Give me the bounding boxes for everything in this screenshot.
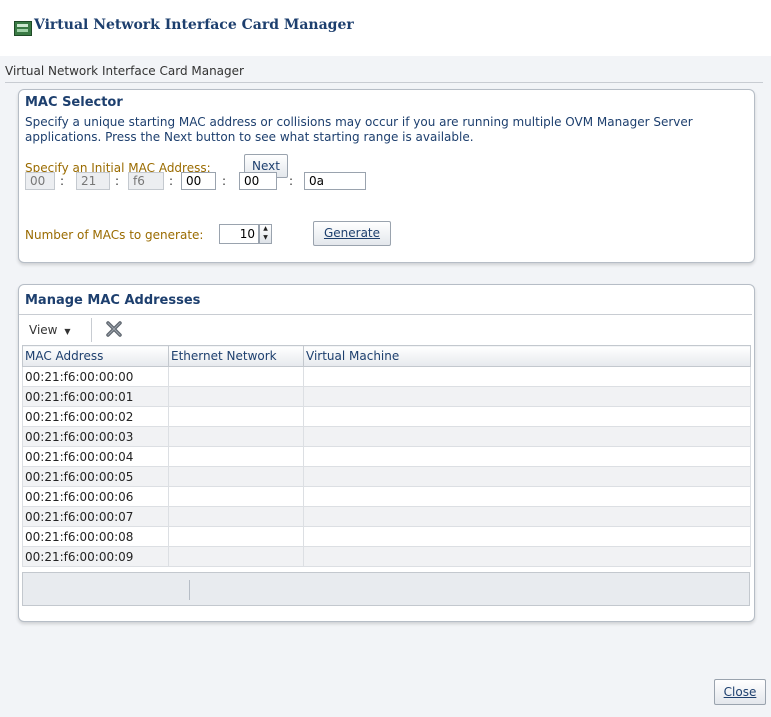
virtual-machine-cell	[303, 386, 751, 407]
ethernet-network-cell	[168, 406, 304, 427]
mac-octet-6-input[interactable]: 0a	[304, 172, 366, 190]
column-header-mac-address[interactable]: MAC Address	[22, 345, 169, 367]
mac-address-cell: 00:21:f6:00:00:05	[22, 466, 169, 487]
mac-address-table: MAC Address Ethernet Network Virtual Mac…	[22, 345, 751, 567]
mac-address-cell: 00:21:f6:00:00:06	[22, 486, 169, 507]
mac-address-cell: 00:21:f6:00:00:04	[22, 446, 169, 467]
ethernet-network-cell	[168, 366, 304, 387]
mac-address-cell: 00:21:f6:00:00:00	[22, 366, 169, 387]
window-titlebar: Virtual Network Interface Card Manager	[0, 0, 771, 56]
mac-count-spinner[interactable]: ▲ ▼	[259, 224, 272, 244]
table-row[interactable]: 00:21:f6:00:00:02	[22, 406, 751, 427]
table-row[interactable]: 00:21:f6:00:00:07	[22, 506, 751, 527]
mac-count-label: Number of MACs to generate:	[25, 228, 204, 242]
table-row[interactable]: 00:21:f6:00:00:06	[22, 486, 751, 507]
virtual-machine-cell	[303, 506, 751, 527]
mac-separator: :	[169, 174, 174, 188]
mac-separator: :	[222, 174, 227, 188]
view-menu-button[interactable]: View ▼	[29, 323, 70, 337]
mac-octet-5-input[interactable]: 00	[239, 172, 277, 190]
mac-selector-title: MAC Selector	[25, 95, 123, 110]
ethernet-network-cell	[168, 486, 304, 507]
virtual-machine-cell	[303, 546, 751, 567]
table-row[interactable]: 00:21:f6:00:00:05	[22, 466, 751, 487]
mac-octet-3: f6	[128, 172, 164, 190]
window-title: Virtual Network Interface Card Manager	[34, 17, 354, 33]
status-bar-divider	[189, 580, 190, 600]
table-row[interactable]: 00:21:f6:00:00:08	[22, 526, 751, 547]
table-status-bar	[22, 572, 750, 606]
manage-toolbar: View ▼	[19, 314, 752, 345]
subtitle-divider	[5, 82, 763, 83]
manage-mac-panel: Manage MAC Addresses View ▼ MAC Address …	[18, 284, 755, 622]
table-row[interactable]: 00:21:f6:00:00:09	[22, 546, 751, 567]
virtual-machine-cell	[303, 486, 751, 507]
mac-address-cell: 00:21:f6:00:00:01	[22, 386, 169, 407]
virtual-machine-cell	[303, 466, 751, 487]
ethernet-network-cell	[168, 426, 304, 447]
mac-selector-description: Specify a unique starting MAC address or…	[25, 115, 693, 144]
table-row[interactable]: 00:21:f6:00:00:00	[22, 366, 751, 387]
network-card-icon	[14, 21, 32, 36]
mac-octet-1: 00	[25, 172, 55, 190]
table-header-row: MAC Address Ethernet Network Virtual Mac…	[22, 345, 751, 367]
chevron-down-icon: ▼	[64, 327, 71, 336]
table-row[interactable]: 00:21:f6:00:00:04	[22, 446, 751, 467]
mac-address-cell: 00:21:f6:00:00:08	[22, 526, 169, 547]
virtual-machine-cell	[303, 526, 751, 547]
column-header-ethernet-network[interactable]: Ethernet Network	[168, 345, 304, 367]
ethernet-network-cell	[168, 466, 304, 487]
mac-selector-panel: MAC Selector Specify a unique starting M…	[18, 89, 755, 263]
virtual-machine-cell	[303, 366, 751, 387]
virtual-machine-cell	[303, 406, 751, 427]
ethernet-network-cell	[168, 446, 304, 467]
mac-address-cell: 00:21:f6:00:00:09	[22, 546, 169, 567]
table-row[interactable]: 00:21:f6:00:00:01	[22, 386, 751, 407]
mac-address-cell: 00:21:f6:00:00:02	[22, 406, 169, 427]
page-subtitle: Virtual Network Interface Card Manager	[5, 64, 244, 78]
delete-x-icon[interactable]	[105, 320, 123, 338]
ethernet-network-cell	[168, 546, 304, 567]
mac-count-input[interactable]: 10	[219, 224, 259, 244]
mac-octet-2: 21	[76, 172, 110, 190]
toolbar-divider	[91, 318, 92, 342]
ethernet-network-cell	[168, 506, 304, 527]
generate-button[interactable]: Generate	[313, 221, 391, 246]
mac-separator: :	[115, 174, 120, 188]
virtual-machine-cell	[303, 446, 751, 467]
manage-mac-title: Manage MAC Addresses	[25, 293, 201, 308]
spin-up-icon[interactable]: ▲	[260, 225, 271, 234]
spin-down-icon[interactable]: ▼	[260, 234, 271, 243]
mac-address-cell: 00:21:f6:00:00:07	[22, 506, 169, 527]
table-row[interactable]: 00:21:f6:00:00:03	[22, 426, 751, 447]
ethernet-network-cell	[168, 386, 304, 407]
view-menu-label: View	[29, 323, 58, 337]
close-button[interactable]: Close	[714, 679, 766, 705]
column-header-virtual-machine[interactable]: Virtual Machine	[303, 345, 751, 367]
mac-separator: :	[289, 174, 294, 188]
mac-address-cell: 00:21:f6:00:00:03	[22, 426, 169, 447]
mac-separator: :	[60, 174, 65, 188]
ethernet-network-cell	[168, 526, 304, 547]
virtual-machine-cell	[303, 426, 751, 447]
mac-octet-4-input[interactable]: 00	[181, 172, 216, 190]
